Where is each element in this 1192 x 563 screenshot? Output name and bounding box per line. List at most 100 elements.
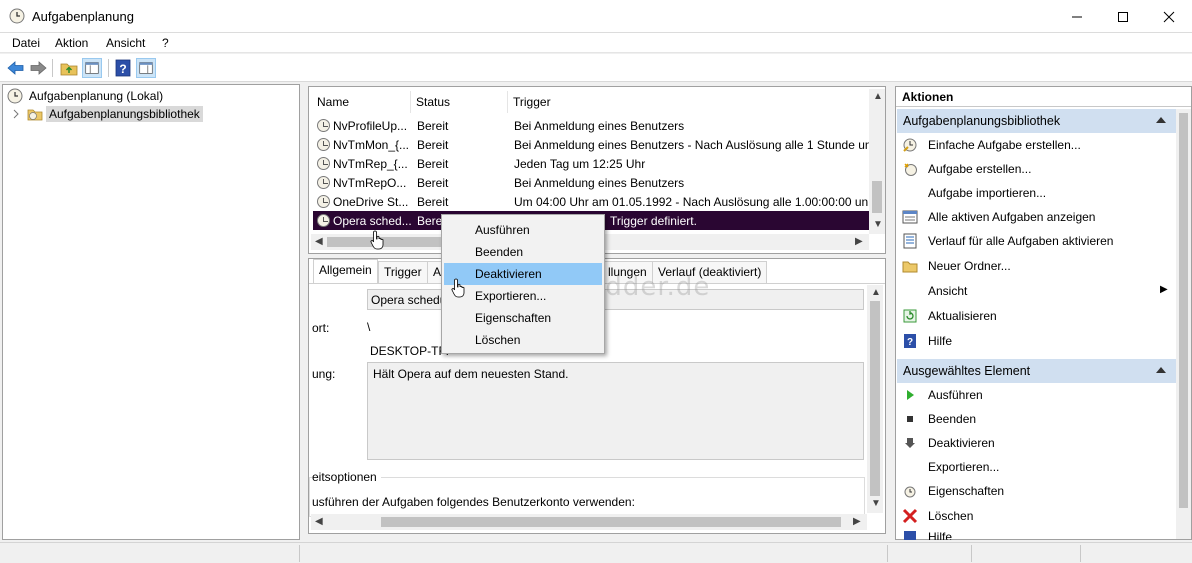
context-menu-delete[interactable]: Löschen — [444, 329, 602, 351]
action-label: Aufgabe importieren... — [928, 186, 1047, 200]
chevron-up-icon[interactable] — [1156, 367, 1166, 373]
action-enable-history[interactable]: Verlauf für alle Aufgaben aktivieren — [902, 231, 1172, 251]
task-list-vertical-scrollbar[interactable]: ▲ ▼ — [869, 89, 885, 234]
task-clock-icon — [317, 157, 330, 170]
action-help[interactable]: ? Hilfe — [902, 331, 1172, 351]
actions-scrollbar[interactable] — [1176, 109, 1191, 539]
list-icon — [902, 209, 918, 225]
action-label: Hilfe — [928, 530, 953, 540]
column-header-trigger[interactable]: Trigger — [513, 95, 551, 112]
action-label: Ausführen — [928, 388, 983, 402]
menu-aktion[interactable]: Aktion — [55, 36, 88, 50]
action-label: Hilfe — [928, 334, 953, 348]
close-button[interactable] — [1146, 0, 1192, 33]
action-delete[interactable]: Löschen — [902, 506, 1172, 526]
action-run[interactable]: Ausführen — [902, 385, 1172, 405]
action-simple-task[interactable]: Einfache Aufgabe erstellen... — [902, 135, 1172, 155]
tree-item-library[interactable]: Aufgabenplanungsbibliothek — [11, 105, 203, 123]
scroll-right-icon[interactable]: ▶ — [853, 516, 861, 527]
delete-icon — [902, 508, 918, 524]
details-vertical-scrollbar[interactable]: ▲ ▼ — [867, 285, 883, 513]
details-horizontal-scrollbar[interactable]: ◀ ▶ — [311, 514, 867, 530]
scroll-up-icon[interactable]: ▲ — [871, 287, 881, 298]
minimize-icon — [1072, 16, 1082, 17]
action-disable[interactable]: Deaktivieren — [902, 433, 1172, 453]
column-header-name[interactable]: Name — [317, 95, 349, 112]
task-row[interactable]: NvTmRepO... Bereit Bei Anmeldung eines B… — [313, 173, 869, 192]
scroll-up-icon[interactable]: ▲ — [873, 91, 883, 102]
task-row[interactable]: NvTmMon_{... Bereit Bei Anmeldung eines … — [313, 135, 869, 154]
task-clock-icon — [317, 214, 330, 227]
close-icon — [1163, 11, 1175, 22]
minimize-button[interactable] — [1054, 0, 1100, 33]
action-new-folder[interactable]: Neuer Ordner... — [902, 256, 1172, 276]
task-status: Bereit — [417, 119, 449, 133]
task-name: NvTmRep_{... — [333, 157, 408, 171]
action-export[interactable]: Exportieren... — [902, 457, 1172, 477]
tree-item-label: Aufgabenplanungsbibliothek — [46, 106, 203, 122]
scroll-left-icon[interactable]: ◀ — [315, 516, 323, 527]
task-trigger: Bei Anmeldung eines Benutzers - Nach Aus… — [514, 138, 869, 152]
scroll-down-icon[interactable]: ▼ — [871, 498, 881, 509]
task-trigger: Trigger definiert. — [610, 214, 697, 228]
task-row[interactable]: NvTmRep_{... Bereit Jeden Tag um 12:25 U… — [313, 154, 869, 173]
show-hide-tree-icon[interactable] — [82, 58, 102, 78]
context-menu-export[interactable]: Exportieren... — [444, 285, 602, 307]
column-header-status[interactable]: Status — [416, 95, 450, 112]
action-label: Alle aktiven Aufgaben anzeigen — [928, 210, 1096, 224]
section-header-selected[interactable]: Ausgewähltes Element — [897, 359, 1176, 383]
chevron-up-icon[interactable] — [1156, 117, 1166, 123]
action-end[interactable]: Beenden — [902, 409, 1172, 429]
description-label: ung: — [312, 367, 336, 381]
action-label: Aktualisieren — [928, 309, 997, 323]
security-text: usführen der Aufgaben folgendes Benutzer… — [312, 495, 635, 509]
task-status: Bereit — [417, 138, 449, 152]
task-row[interactable]: NvProfileUp... Bereit Bei Anmeldung eine… — [313, 116, 869, 135]
section-header-library[interactable]: Aufgabenplanungsbibliothek — [897, 109, 1176, 133]
tab-allgemein[interactable]: Allgemein — [313, 259, 378, 283]
action-properties[interactable]: Eigenschaften — [902, 481, 1172, 501]
task-trigger: Jeden Tag um 12:25 Uhr — [514, 157, 646, 171]
task-clock-icon — [317, 176, 330, 189]
action-view[interactable]: Ansicht ▶ — [902, 281, 1172, 301]
tree-root[interactable]: Aufgabenplanung (Lokal) — [7, 87, 163, 105]
refresh-icon — [902, 308, 918, 324]
action-refresh[interactable]: Aktualisieren — [902, 306, 1172, 326]
action-import-task[interactable]: Aufgabe importieren... — [902, 183, 1172, 203]
svg-text:?: ? — [119, 62, 126, 76]
context-menu-disable[interactable]: Deaktivieren — [444, 263, 602, 285]
blank-icon — [902, 185, 918, 201]
location-value: \ — [367, 320, 371, 334]
help-icon[interactable]: ? — [113, 58, 133, 78]
action-label: Aufgabe erstellen... — [928, 162, 1032, 176]
action-show-running[interactable]: Alle aktiven Aufgaben anzeigen — [902, 207, 1172, 227]
menu-ansicht[interactable]: Ansicht — [106, 36, 145, 50]
chevron-right-icon[interactable] — [11, 109, 21, 119]
task-row[interactable]: OneDrive St... Bereit Um 04:00 Uhr am 01… — [313, 192, 869, 211]
action-help-selected[interactable]: Hilfe — [902, 530, 1172, 540]
scroll-right-icon[interactable]: ▶ — [855, 236, 863, 247]
context-menu-run[interactable]: Ausführen — [444, 219, 602, 241]
description-field[interactable]: Hält Opera auf dem neuesten Stand. — [367, 362, 864, 460]
context-menu-end[interactable]: Beenden — [444, 241, 602, 263]
context-menu-properties[interactable]: Eigenschaften — [444, 307, 602, 329]
menu-help[interactable]: ? — [162, 36, 169, 50]
help-icon: ? — [902, 333, 918, 349]
back-arrow-icon[interactable] — [6, 58, 26, 78]
section-title: Ausgewähltes Element — [903, 364, 1031, 378]
forward-arrow-icon[interactable] — [28, 58, 48, 78]
window-title: Aufgabenplanung — [32, 9, 134, 24]
properties-icon — [902, 483, 918, 499]
action-create-task[interactable]: Aufgabe erstellen... — [902, 159, 1172, 179]
action-label: Exportieren... — [928, 460, 1000, 474]
task-clock-icon — [317, 119, 330, 132]
scroll-down-icon[interactable]: ▼ — [873, 219, 883, 230]
folder-up-icon[interactable] — [59, 58, 79, 78]
show-hide-action-pane-icon[interactable] — [136, 58, 156, 78]
task-status: Bereit — [417, 195, 449, 209]
task-name: NvTmMon_{... — [333, 138, 410, 152]
maximize-button[interactable] — [1100, 0, 1146, 33]
tab-trigger[interactable]: Trigger — [378, 261, 428, 283]
scroll-left-icon[interactable]: ◀ — [315, 236, 323, 247]
menu-datei[interactable]: Datei — [12, 36, 40, 50]
